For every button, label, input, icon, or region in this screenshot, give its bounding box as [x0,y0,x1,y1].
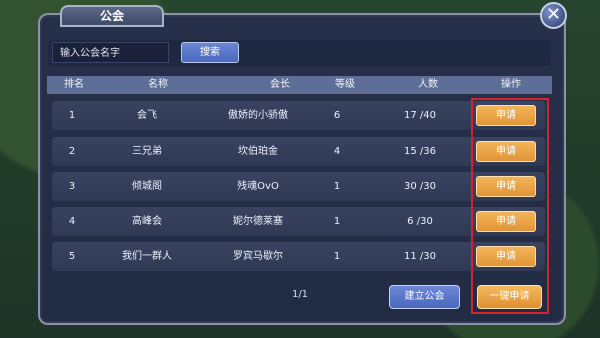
level-cell: 6 [333,110,341,121]
table-row: 1 会飞 傲娇的小骄傲 6 17 /40 申请 [52,101,545,130]
guild-name-cell: 倾城阁 [132,181,162,192]
members-cell: 6 /30 [407,216,433,227]
create-guild-button[interactable]: 建立公会 [389,285,460,309]
one-key-apply-button[interactable]: 一键申请 [477,285,542,309]
header-rank: 排名 [64,79,84,90]
leader-cell: 坎伯珀金 [238,146,278,157]
guild-name-cell: 我们一群人 [122,251,172,262]
header-action: 操作 [501,79,521,90]
leader-cell: 罗宾马歇尔 [233,251,283,262]
guild-tab[interactable]: 公会 [60,5,164,27]
apply-button[interactable]: 申请 [476,246,536,267]
guild-screen: 公会 ✕ 输入公会名字 搜索 排名 名称 会长 等级 人数 操作 1 会飞 傲娇… [0,0,600,338]
members-cell: 30 /30 [404,181,436,192]
members-cell: 15 /36 [404,146,436,157]
apply-button[interactable]: 申请 [476,211,536,232]
table-row: 4 高峰会 妮尔德莱塞 1 6 /30 申请 [52,207,545,236]
table-header: 排名 名称 会长 等级 人数 操作 [47,76,552,94]
page-indicator: 1/1 [291,289,309,300]
rank-cell: 5 [68,251,76,262]
apply-button[interactable]: 申请 [476,105,536,126]
close-button[interactable]: ✕ [540,2,567,29]
header-level: 等级 [335,79,355,90]
leader-cell: 傲娇的小骄傲 [228,110,288,121]
rank-cell: 2 [68,146,76,157]
members-cell: 11 /30 [404,251,436,262]
apply-button[interactable]: 申请 [476,141,536,162]
rank-cell: 1 [68,110,76,121]
table-row: 3 倾城阁 残魂OvO 1 30 /30 申请 [52,172,545,201]
close-icon: ✕ [545,4,562,25]
level-cell: 1 [333,251,341,262]
guild-name-cell: 三兄弟 [132,146,162,157]
table-row: 2 三兄弟 坎伯珀金 4 15 /36 申请 [52,137,545,166]
header-leader: 会长 [270,79,290,90]
guild-search-input[interactable]: 输入公会名字 [52,42,169,63]
header-members: 人数 [418,79,438,90]
level-cell: 1 [333,216,341,227]
rank-cell: 3 [68,181,76,192]
leader-cell: 残魂OvO [237,181,279,192]
leader-cell: 妮尔德莱塞 [233,216,283,227]
header-name: 名称 [148,79,168,90]
apply-button[interactable]: 申请 [476,176,536,197]
rank-cell: 4 [68,216,76,227]
search-button[interactable]: 搜索 [181,42,239,63]
members-cell: 17 /40 [404,110,436,121]
level-cell: 4 [333,146,341,157]
table-row: 5 我们一群人 罗宾马歇尔 1 11 /30 申请 [52,242,545,271]
guild-name-cell: 会飞 [137,110,157,121]
guild-name-cell: 高峰会 [132,216,162,227]
level-cell: 1 [333,181,341,192]
